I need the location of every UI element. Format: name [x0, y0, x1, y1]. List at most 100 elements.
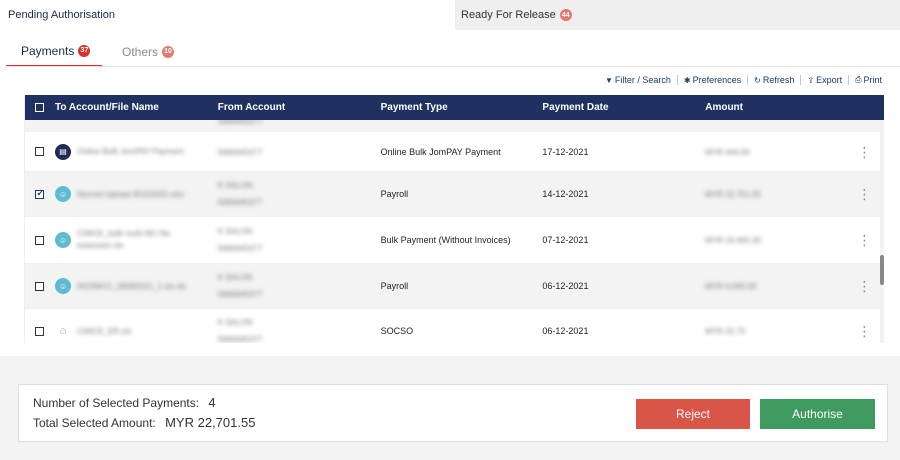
from-account-name: K SALON	[217, 227, 253, 236]
selected-total-line: Total Selected Amount: MYR 22,701.55	[33, 415, 255, 430]
selected-count-label: Number of Selected Payments:	[33, 396, 200, 410]
jompay-icon: ▤	[54, 143, 71, 160]
from-account-number: 5690645377	[217, 244, 263, 253]
from-account-name: K SALON	[217, 273, 253, 282]
tab-pending-authorisation[interactable]: Pending Authorisation	[0, 0, 455, 30]
payment-date: 06-12-2021	[542, 326, 589, 336]
payment-date: 17-12-2021	[542, 146, 589, 157]
table-row[interactable]: ☺ CIWCE_bulk multi 061 file extension.xl…	[25, 217, 884, 264]
divider	[6, 66, 900, 67]
table-toolbar: ▼ Filter / Search ✱ Preferences ↻ Refres…	[605, 75, 882, 85]
page: Pending Authorisation Ready For Release …	[0, 0, 900, 460]
sub-tabs: Payments 37 Others 10	[6, 36, 188, 67]
payroll-icon: ☺	[54, 278, 71, 294]
from-account-name: K SALON	[217, 318, 253, 327]
row-checkbox[interactable]: ✔	[35, 189, 45, 199]
more-options-icon[interactable]: ⋮	[858, 187, 872, 201]
scrollbar-thumb[interactable]	[880, 255, 884, 285]
table-body: 5690645377 ▤ Online Bulk JomPAY Payment …	[25, 120, 884, 343]
count-badge: 37	[78, 44, 91, 57]
print-button[interactable]: ⎙ Print	[855, 75, 882, 85]
filter-label: Filter / Search	[614, 75, 671, 85]
table-row[interactable]: ✔ ☺ Normal Upload 30102022.xlsx K SALON …	[25, 172, 884, 217]
print-label: Print	[863, 75, 882, 85]
amount: MYR 22,701.55	[705, 190, 761, 199]
file-name: Online Bulk JomPAY Payment	[76, 147, 184, 156]
header-to-account[interactable]: To Account/File Name	[55, 102, 218, 113]
from-account-number: 5690645377	[218, 120, 263, 126]
payment-date: 07-12-2021	[542, 235, 589, 245]
top-tabs: Pending Authorisation Ready For Release …	[0, 0, 900, 30]
payments-table: To Account/File Name From Account Paymen…	[24, 95, 884, 343]
gear-icon: ✱	[683, 75, 691, 85]
tab-ready-for-release[interactable]: Ready For Release 44	[455, 0, 900, 30]
more-options-icon[interactable]: ⋮	[858, 324, 872, 338]
payroll-icon: ☺	[54, 186, 71, 202]
selected-count-line: Number of Selected Payments: 4	[33, 395, 216, 410]
tab-label: Payments	[21, 43, 75, 58]
from-account-name: K SALON	[217, 181, 253, 190]
header-amount[interactable]: Amount	[705, 102, 845, 113]
tab-label: Ready For Release	[461, 9, 556, 21]
table-header: To Account/File Name From Account Paymen…	[25, 95, 884, 120]
count-badge: 10	[162, 45, 175, 58]
bulk-payment-icon: ☺	[54, 232, 71, 248]
table-row[interactable]: ⌂ CIWCE_ER.xls K SALON 5690645377 SOCSO …	[25, 309, 884, 343]
divider	[800, 75, 802, 85]
tab-others[interactable]: Others 10	[102, 36, 188, 67]
amount: MYR 6,000.00	[705, 282, 757, 291]
authorise-button[interactable]: Authorise	[760, 399, 875, 429]
amount: MYR 24,065.30	[705, 236, 761, 245]
reject-button[interactable]: Reject	[636, 399, 750, 429]
selected-total-value: MYR 22,701.55	[165, 415, 256, 430]
preferences-button[interactable]: ✱ Preferences	[684, 75, 741, 85]
tab-label: Pending Authorisation	[8, 9, 116, 21]
row-checkbox[interactable]	[35, 147, 45, 156]
payment-date: 14-12-2021	[542, 189, 589, 199]
export-label: Export	[816, 75, 843, 85]
header-from-account[interactable]: From Account	[218, 102, 381, 113]
select-all-checkbox[interactable]	[35, 103, 45, 112]
filter-icon: ▼	[604, 75, 613, 85]
header-payment-date[interactable]: Payment Date	[542, 102, 705, 113]
more-options-icon[interactable]: ⋮	[858, 145, 872, 159]
refresh-button[interactable]: ↻ Refresh	[754, 75, 794, 85]
row-checkbox[interactable]	[35, 235, 45, 245]
amount: MYR 444.00	[705, 147, 750, 157]
tab-payments[interactable]: Payments 37	[6, 36, 102, 67]
print-icon: ⎙	[855, 75, 862, 84]
scrollbar-track[interactable]	[880, 120, 884, 343]
divider	[676, 75, 678, 85]
export-icon: ⇪	[807, 75, 815, 85]
refresh-icon: ↻	[754, 75, 761, 85]
payment-type: SOCSO	[380, 326, 414, 336]
payment-date: 06-12-2021	[542, 281, 589, 291]
tab-label: Others	[122, 44, 159, 59]
socso-icon: ⌂	[59, 325, 67, 337]
file-name: Normal Upload 30102022.xlsx	[76, 189, 185, 199]
filter-search-button[interactable]: ▼ Filter / Search	[605, 75, 671, 85]
export-button[interactable]: ⇪ Export	[807, 75, 842, 85]
payment-type: Payroll	[380, 281, 409, 291]
amount: MYR 22.70	[705, 327, 746, 336]
table-row[interactable]: ☺ IN23WCC_06082021_1.xls.xls K SALON 569…	[25, 264, 884, 309]
from-account-number: 5690645377	[217, 198, 263, 207]
table-row-partial: 5690645377	[25, 120, 884, 132]
refresh-label: Refresh	[762, 75, 795, 85]
header-payment-type[interactable]: Payment Type	[381, 102, 543, 113]
from-account-number: 5690645377	[217, 335, 263, 343]
from-account-number: 5690645377	[217, 290, 263, 299]
selection-summary: Number of Selected Payments: 4 Total Sel…	[18, 384, 888, 442]
row-checkbox[interactable]	[35, 281, 45, 291]
row-checkbox[interactable]	[35, 326, 45, 336]
header-checkbox-cell	[25, 103, 55, 112]
more-options-icon[interactable]: ⋮	[858, 233, 872, 247]
payment-type: Bulk Payment (Without Invoices)	[380, 235, 511, 245]
selected-count-value: 4	[208, 395, 216, 410]
selected-total-label: Total Selected Amount:	[33, 416, 156, 430]
more-options-icon[interactable]: ⋮	[858, 279, 872, 293]
file-name: IN23WCC_06082021_1.xls.xls	[76, 281, 186, 291]
table-row[interactable]: ▤ Online Bulk JomPAY Payment 5690645377 …	[25, 132, 884, 172]
preferences-label: Preferences	[692, 75, 742, 85]
payment-type: Payroll	[380, 189, 409, 199]
